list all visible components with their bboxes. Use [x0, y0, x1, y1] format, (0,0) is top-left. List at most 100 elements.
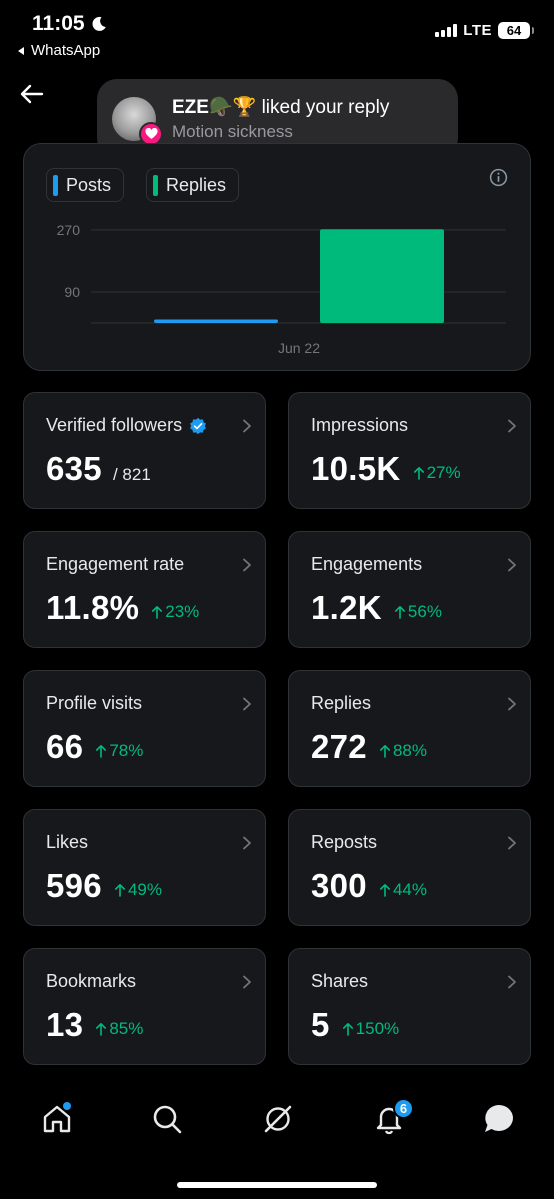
metric-number: 5: [311, 1006, 330, 1043]
chevron-right-icon: [243, 975, 251, 989]
metric-label-text: Reposts: [311, 832, 378, 852]
battery-level: 64: [506, 23, 522, 38]
metric-label: Verified followers: [46, 415, 207, 436]
back-arrow-icon[interactable]: [18, 80, 46, 108]
metric-card-shares[interactable]: Shares 5 150%: [288, 948, 531, 1065]
metric-card-engagement-rate[interactable]: Engagement rate 11.8% 23%: [23, 531, 266, 648]
metric-value: 596 49%: [46, 867, 162, 905]
chevron-right-icon: [508, 836, 516, 850]
notification-text: EZE🪖🏆 liked your reply Motion sickness: [172, 95, 389, 142]
metric-card-verified-followers[interactable]: Verified followers 635 / 821: [23, 392, 266, 509]
chevron-right-icon: [508, 697, 516, 711]
metric-card-bookmarks[interactable]: Bookmarks 13 85%: [23, 948, 266, 1065]
metric-change: 88%: [379, 741, 427, 761]
heart-icon: [139, 121, 163, 146]
metric-label-text: Bookmarks: [46, 971, 137, 991]
metric-change: 150%: [342, 1019, 399, 1039]
bar-replies[interactable]: [320, 229, 444, 323]
metric-value: 5 150%: [311, 1006, 399, 1044]
bottom-nav: 6: [0, 1090, 554, 1150]
metric-number: 272: [311, 728, 367, 765]
status-back-app-label: WhatsApp: [31, 42, 101, 59]
metric-label-text: Likes: [46, 832, 89, 852]
metric-value: 11.8% 23%: [46, 589, 199, 627]
metric-label: Likes: [46, 832, 88, 853]
metric-change-value: 85%: [109, 1019, 144, 1038]
metric-value: 300 44%: [311, 867, 427, 905]
metric-change-value: 88%: [392, 741, 427, 760]
legend-posts-label: Posts: [66, 174, 112, 195]
metric-label: Engagement rate: [46, 554, 184, 575]
bar-posts[interactable]: [154, 319, 278, 323]
metric-value: 1.2K 56%: [311, 589, 442, 627]
metric-change-value: 44%: [392, 880, 427, 899]
metric-number: 635: [46, 450, 102, 487]
metric-label-text: Profile visits: [46, 693, 143, 713]
home-indicator[interactable]: [177, 1182, 377, 1188]
notification-name: EZE🪖🏆: [172, 97, 257, 118]
network-label: LTE: [463, 22, 492, 39]
metric-label-text: Engagements: [311, 554, 423, 574]
analytics-screen: 11:05 WhatsApp LTE 64 EZE🪖🏆 liked your r…: [0, 0, 554, 1199]
battery-icon: 64: [498, 22, 534, 39]
chevron-right-icon: [243, 697, 251, 711]
status-back-app[interactable]: WhatsApp: [16, 42, 100, 59]
y-tick-label: 90: [64, 284, 80, 300]
home-unread-dot: [63, 1102, 71, 1110]
metric-label-text: Replies: [311, 693, 372, 713]
legend-replies[interactable]: Replies: [146, 168, 240, 202]
arrow-up-icon: [96, 1023, 107, 1036]
status-time: 11:05: [32, 12, 107, 36]
metric-label: Shares: [311, 971, 368, 992]
chevron-right-icon: [243, 836, 251, 850]
metric-value: 635 / 821: [46, 450, 151, 488]
metric-label: Impressions: [311, 415, 408, 436]
signal-icon: [435, 24, 458, 37]
metric-total: / 821: [112, 465, 151, 484]
metric-change-value: 49%: [127, 880, 162, 899]
chart-legend: Posts Replies: [46, 168, 240, 202]
metric-change: 85%: [95, 1019, 143, 1039]
metric-card-impressions[interactable]: Impressions 10.5K 27%: [288, 392, 531, 509]
search-icon[interactable]: [150, 1102, 184, 1136]
notification-title: EZE🪖🏆 liked your reply: [172, 95, 389, 119]
metric-label: Reposts: [311, 832, 377, 853]
metric-number: 66: [46, 728, 84, 765]
legend-posts[interactable]: Posts: [46, 168, 125, 202]
metric-change: 56%: [394, 602, 442, 622]
metric-change: 44%: [379, 880, 427, 900]
metric-change-value: 78%: [109, 741, 144, 760]
metric-number: 300: [311, 867, 367, 904]
grok-icon[interactable]: [261, 1102, 295, 1136]
arrow-up-icon: [152, 606, 163, 619]
back-triangle-icon: [18, 46, 24, 55]
chevron-right-icon: [243, 419, 251, 433]
metric-change-value: 23%: [165, 602, 200, 621]
metric-label: Bookmarks: [46, 971, 136, 992]
metric-number: 13: [46, 1006, 84, 1043]
metric-change: 23%: [151, 602, 199, 622]
metric-card-reposts[interactable]: Reposts 300 44%: [288, 809, 531, 926]
metric-label: Profile visits: [46, 693, 142, 714]
arrow-up-icon: [379, 745, 390, 758]
info-icon[interactable]: [489, 168, 508, 187]
arrow-up-icon: [379, 884, 390, 897]
legend-posts-swatch: [53, 174, 58, 196]
metric-card-profile-visits[interactable]: Profile visits 66 78%: [23, 670, 266, 787]
metric-card-replies[interactable]: Replies 272 88%: [288, 670, 531, 787]
messages-icon[interactable]: [482, 1102, 516, 1136]
status-time-text: 11:05: [32, 12, 85, 35]
arrow-up-icon: [413, 467, 424, 480]
metric-number: 10.5K: [311, 450, 401, 487]
metric-label-text: Engagement rate: [46, 554, 185, 574]
arrow-up-icon: [96, 745, 107, 758]
metric-card-likes[interactable]: Likes 596 49%: [23, 809, 266, 926]
chevron-right-icon: [508, 419, 516, 433]
chevron-right-icon: [243, 558, 251, 572]
notification-action: liked your reply: [261, 97, 390, 118]
metric-change: 78%: [95, 741, 143, 761]
notification-count: 6: [399, 1101, 408, 1116]
metric-card-engagements[interactable]: Engagements 1.2K 56%: [288, 531, 531, 648]
metric-change-value: 150%: [355, 1019, 400, 1038]
notification-subtitle: Motion sickness: [172, 122, 293, 141]
